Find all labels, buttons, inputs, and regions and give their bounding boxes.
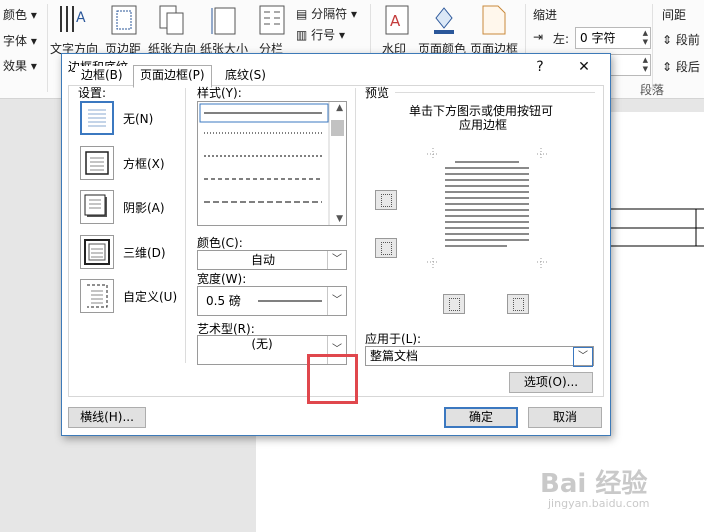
svg-text:A: A xyxy=(390,12,401,30)
line-numbers-dropdown[interactable]: ▥ 行号 ▾ xyxy=(296,26,345,43)
ok-button[interactable]: 确定 xyxy=(444,407,518,428)
spacing-after[interactable]: ⇕ 段后 xyxy=(662,58,700,75)
spacing-before[interactable]: ⇕ 段前 xyxy=(662,31,700,48)
chevron-down-icon[interactable]: ﹀ xyxy=(327,251,346,269)
baidu-jingyan-watermark: Bai 经验 xyxy=(540,469,648,499)
chevron-down-icon[interactable]: ﹀ xyxy=(327,287,346,315)
setting-none-icon[interactable] xyxy=(80,101,114,135)
indent-left-icon: ⇥ xyxy=(533,30,544,44)
page-borders-icon[interactable] xyxy=(480,4,508,36)
setting-3d-label[interactable]: 三维(D) xyxy=(123,244,166,261)
preview-rule xyxy=(395,92,595,93)
orientation-icon[interactable] xyxy=(158,4,186,36)
apply-to-combo[interactable]: 整篇文档 ﹀ xyxy=(365,346,594,367)
setting-shadow-icon[interactable] xyxy=(80,190,114,224)
font-dropdown[interactable]: 字体 ▾ xyxy=(3,32,37,49)
breaks-dropdown[interactable]: ▤ 分隔符 ▾ xyxy=(296,5,357,22)
highlight-box xyxy=(307,354,358,404)
tab-borders[interactable]: 边框(B) xyxy=(75,66,129,85)
spacing-before-label: 段前 xyxy=(675,33,700,47)
preview-label: 预览 xyxy=(365,86,390,100)
right-border-button[interactable] xyxy=(507,294,529,314)
indent-left-label: 左: xyxy=(553,32,570,46)
setting-3d-icon[interactable] xyxy=(80,235,114,269)
font-label: 字体 xyxy=(3,34,28,48)
chevron-down-icon[interactable]: ﹀ xyxy=(573,347,593,367)
divider xyxy=(185,88,186,363)
setting-none-label[interactable]: 无(N) xyxy=(123,110,153,127)
paper-size-icon[interactable] xyxy=(210,4,238,36)
left-border-button[interactable] xyxy=(443,294,465,314)
apply-to-label: 应用于(L): xyxy=(365,332,422,346)
breaks-label: 分隔符 xyxy=(311,7,348,21)
spinner-arrows-icon[interactable]: ▲ ▼ xyxy=(643,56,648,74)
style-list-lines xyxy=(199,102,344,225)
ribbon-separator xyxy=(47,4,48,92)
style-label: 样式(Y): xyxy=(197,86,242,100)
color-label: 颜色(C): xyxy=(197,236,243,250)
ribbon-separator xyxy=(652,4,653,92)
color-value: 自动 xyxy=(250,253,275,267)
spacing-label: 间距 xyxy=(662,8,687,22)
horizontal-line-button[interactable]: 横线(H)... xyxy=(68,407,146,428)
margins-icon[interactable] xyxy=(110,4,138,36)
style-list[interactable]: ▲ ▼ xyxy=(197,101,347,226)
indent-left-spinner[interactable]: 0 字符 ▲ ▼ xyxy=(575,27,651,49)
setting-box-label[interactable]: 方框(X) xyxy=(123,155,165,172)
close-button[interactable]: ✕ xyxy=(564,54,604,80)
scroll-down-icon[interactable]: ▼ xyxy=(336,214,343,224)
color-label: 颜色 xyxy=(3,8,28,22)
spinner-arrows-icon[interactable]: ▲ ▼ xyxy=(643,29,648,47)
width-label: 宽度(W): xyxy=(197,272,247,286)
text-direction-icon[interactable]: A xyxy=(58,4,90,36)
color-dropdown[interactable]: 颜色 ▾ xyxy=(3,6,37,23)
setting-box-icon[interactable] xyxy=(80,146,114,180)
svg-text:A: A xyxy=(76,10,86,26)
divider xyxy=(355,88,356,363)
preview-page[interactable] xyxy=(427,148,547,268)
effects-dropdown[interactable]: 效果 ▾ xyxy=(3,57,37,74)
line-numbers-label: 行号 xyxy=(311,28,336,42)
watermark-icon[interactable]: A xyxy=(384,4,412,36)
page-color-icon[interactable] xyxy=(430,4,458,36)
width-combo[interactable]: 0.5 磅 ﹀ xyxy=(197,286,347,316)
indent-left-value: 0 字符 xyxy=(580,31,616,45)
watermark-url: jingyan.baidu.com xyxy=(548,497,650,510)
paragraph-group-label: 段落 xyxy=(640,83,665,97)
setting-custom-icon[interactable] xyxy=(80,279,114,313)
indent-label: 缩进 xyxy=(533,8,558,22)
spacing-after-label: 段后 xyxy=(675,60,700,74)
help-button[interactable]: ? xyxy=(520,54,560,80)
top-border-button[interactable] xyxy=(375,190,397,210)
bottom-border-button[interactable] xyxy=(375,238,397,258)
setting-custom-label[interactable]: 自定义(U) xyxy=(123,288,177,305)
effects-label: 效果 xyxy=(3,59,28,73)
settings-label: 设置: xyxy=(78,86,107,100)
scroll-up-icon[interactable]: ▲ xyxy=(336,103,343,113)
art-value: (无) xyxy=(251,337,273,351)
color-combo[interactable]: 自动 ﹀ xyxy=(197,250,347,270)
options-button[interactable]: 选项(O)... xyxy=(509,372,593,393)
dialog-body: 边框(B) 页面边框(P) 底纹(S) 设置: 无(N) 方框(X) 阴影(A)… xyxy=(68,65,604,397)
width-value: 0.5 磅 xyxy=(206,294,241,308)
setting-shadow-label[interactable]: 阴影(A) xyxy=(123,199,165,216)
cancel-button[interactable]: 取消 xyxy=(528,407,602,428)
apply-to-value: 整篇文档 xyxy=(370,349,419,363)
preview-hint-line2: 应用边框 xyxy=(459,118,508,132)
width-sample-line xyxy=(258,300,322,302)
tab-shading[interactable]: 底纹(S) xyxy=(219,66,272,85)
columns-icon[interactable] xyxy=(258,4,286,36)
